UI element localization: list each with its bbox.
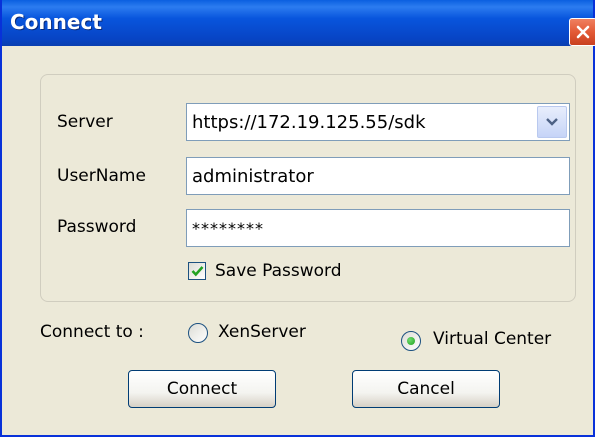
connect-button[interactable]: Connect — [128, 370, 276, 408]
server-value: https://172.19.125.55/sdk — [192, 111, 426, 133]
xenserver-radio[interactable] — [188, 323, 208, 343]
password-field[interactable]: ******** — [186, 209, 570, 247]
server-dropdown-button[interactable] — [537, 106, 567, 138]
radio-selected-dot — [407, 337, 415, 345]
xenserver-label[interactable]: XenServer — [218, 322, 306, 342]
virtual-center-label[interactable]: Virtual Center — [433, 329, 551, 349]
server-label: Server — [57, 112, 113, 132]
username-value: administrator — [192, 165, 314, 187]
save-password-label[interactable]: Save Password — [215, 261, 342, 281]
password-value: ******** — [192, 218, 264, 238]
dialog-title: Connect — [10, 10, 102, 34]
close-button[interactable] — [569, 18, 595, 46]
connect-to-label: Connect to : — [40, 322, 144, 342]
title-bar[interactable]: Connect — [2, 0, 595, 46]
virtual-center-radio[interactable] — [401, 331, 421, 351]
password-label: Password — [57, 217, 137, 237]
close-icon — [576, 25, 590, 39]
cancel-button[interactable]: Cancel — [352, 370, 500, 408]
chevron-down-icon — [546, 118, 558, 126]
connect-dialog: Connect Server https://172.19.125.55/sdk… — [0, 0, 595, 437]
save-password-checkbox[interactable] — [188, 262, 206, 280]
server-combobox[interactable]: https://172.19.125.55/sdk — [186, 103, 570, 141]
checkmark-icon — [191, 266, 203, 277]
username-label: UserName — [57, 166, 146, 186]
username-field[interactable]: administrator — [186, 157, 570, 195]
